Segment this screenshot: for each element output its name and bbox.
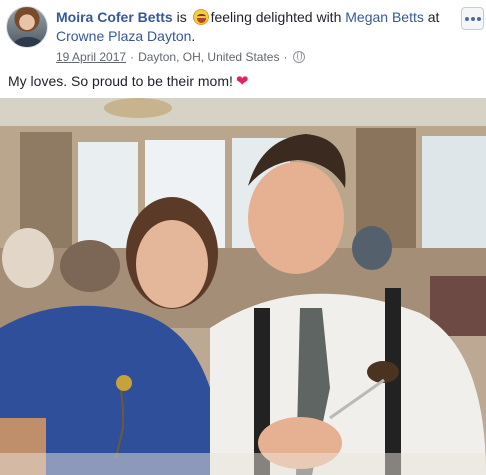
heart-icon: ❤ xyxy=(235,73,249,90)
woman-face xyxy=(136,220,208,308)
globe-icon[interactable] xyxy=(293,51,306,63)
facebook-post: Moira Cofer Betts is feeling delighted w… xyxy=(0,0,486,475)
necklace-pendant xyxy=(116,375,132,391)
more-options-button[interactable] xyxy=(461,7,484,30)
more-options-icon xyxy=(470,16,475,21)
is-text: is xyxy=(176,9,187,25)
feeling-text: feeling delighted with xyxy=(210,9,342,25)
tagged-person-link[interactable]: Megan Betts xyxy=(345,9,424,25)
more-options-icon xyxy=(464,16,469,21)
ceiling-lamp xyxy=(104,98,172,118)
avatar-figure xyxy=(13,37,43,47)
post-location: Dayton, OH, United States xyxy=(138,50,280,64)
post-message: My loves. So proud to be their mom! ❤ xyxy=(8,72,248,91)
post-date-link[interactable]: 19 April 2017 xyxy=(56,49,126,65)
place-period: . xyxy=(191,28,196,44)
background-diner-right xyxy=(352,226,392,270)
ceiling xyxy=(0,98,486,126)
post-meta: 19 April 2017 · Dayton, OH, United State… xyxy=(56,49,306,65)
meta-separator: · xyxy=(283,50,288,64)
table-edge xyxy=(0,453,486,475)
post-message-text: My loves. So proud to be their mom! xyxy=(8,73,233,89)
more-options-icon xyxy=(476,16,481,21)
grinning-face-icon xyxy=(192,9,209,25)
background-diner xyxy=(60,240,120,292)
background-diner-left xyxy=(2,228,54,288)
photo-image xyxy=(0,98,486,475)
author-avatar[interactable] xyxy=(6,6,48,48)
at-text: at xyxy=(427,9,440,25)
author-name-link[interactable]: Moira Cofer Betts xyxy=(56,9,173,25)
post-photo[interactable] xyxy=(0,98,486,475)
place-link[interactable]: Crowne Plaza Dayton xyxy=(56,28,191,44)
man-face xyxy=(248,162,344,274)
post-header: Moira Cofer Betts is feeling delighted w… xyxy=(56,8,446,46)
meta-separator: · xyxy=(130,50,135,64)
